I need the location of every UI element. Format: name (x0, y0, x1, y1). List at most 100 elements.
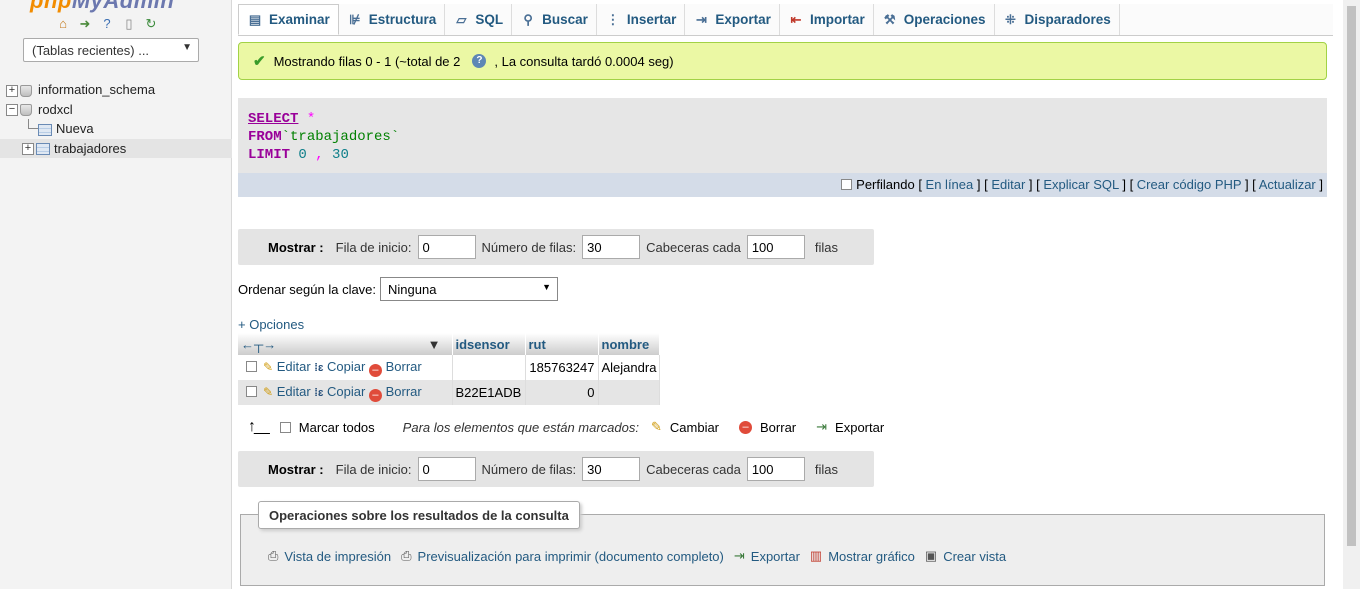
tab-insertar[interactable]: ⋮ Insertar (597, 4, 686, 35)
rows-count-input[interactable]: 30 (582, 457, 641, 481)
start-row-input[interactable]: 0 (417, 457, 476, 481)
help-icon[interactable]: ? (99, 16, 115, 32)
tab-disparadores[interactable]: ⁜ Disparadores (995, 4, 1120, 35)
cell-nombre[interactable]: Alejandra (598, 355, 661, 380)
profiling-checkbox[interactable] (841, 179, 853, 190)
main-panel: ▤ Examinar ⊯ Estructura ▱ SQL ⚲ Buscar ⋮ Inse… (232, 0, 1360, 589)
delete-icon: – (739, 420, 753, 434)
copy-row-link[interactable]: Copiar (327, 384, 365, 399)
sql-icon: ▱ (456, 11, 467, 27)
create-view-icon: ▣ (924, 548, 938, 563)
inline-edit-link[interactable]: En línea (926, 177, 974, 192)
bulk-export-button[interactable]: ⇥ Exportar (816, 419, 884, 435)
import-icon: ⇤ (790, 11, 802, 27)
check-icon: ✔ (253, 53, 266, 70)
scrollbar-thumb[interactable] (1347, 6, 1356, 546)
arrow-up-left-icon: ↑__ (248, 418, 270, 435)
tree-item-trabajadores[interactable]: + trabajadores (0, 138, 232, 158)
bulk-delete-button[interactable]: – Borrar (739, 420, 796, 435)
tab-exportar[interactable]: ⇥ Exportar (685, 4, 780, 35)
tab-bar: ▤ Examinar ⊯ Estructura ▱ SQL ⚲ Buscar ⋮ Inse… (238, 4, 1333, 36)
column-header-nombre[interactable]: nombre (598, 333, 661, 355)
reload-icon[interactable]: ↻ (143, 16, 159, 32)
success-message: ✔ Mostrando filas 0 - 1 (~total de 2?, L… (238, 42, 1327, 80)
check-all-label[interactable]: Marcar todos (299, 420, 375, 435)
delete-row-link[interactable]: Borrar (386, 359, 422, 374)
cell-rut[interactable]: 185763247 (525, 355, 599, 380)
pencil-icon: ✎ (263, 359, 274, 374)
delete-row-link[interactable]: Borrar (386, 384, 422, 399)
options-link[interactable]: + Opciones (238, 317, 304, 332)
export-link[interactable]: Exportar (751, 549, 800, 564)
tab-examinar[interactable]: ▤ Examinar (238, 4, 339, 35)
create-view-link[interactable]: Crear vista (943, 549, 1006, 564)
edit-row-link[interactable]: Editar (277, 359, 311, 374)
insert-icon: ⋮ (606, 11, 620, 27)
docs-icon[interactable]: ▯ (121, 16, 137, 32)
query-results-operations-title: Operaciones sobre los resultados de la c… (258, 501, 580, 529)
new-table-icon (38, 123, 52, 136)
browse-icon: ▤ (248, 11, 262, 27)
recent-tables-select[interactable]: (Tablas recientes) ... ▼ (23, 38, 199, 62)
row-checkbox[interactable] (246, 385, 257, 397)
sql-query-box[interactable]: SELECT * FROM`trabajadores` LIMIT 0 , 30 (238, 98, 1327, 173)
chevron-down-icon[interactable]: ▼ (428, 337, 441, 352)
rows-count-input[interactable]: 30 (582, 235, 641, 259)
edit-row-link[interactable]: Editar (277, 384, 311, 399)
start-row-input[interactable]: 0 (417, 235, 476, 259)
edit-link[interactable]: Editar (991, 177, 1025, 192)
tree-item-information-schema[interactable]: + information_schema (6, 80, 232, 100)
pencil-icon: ✎ (650, 419, 662, 434)
delete-icon: – (368, 388, 382, 402)
chart-icon: ▥ (809, 548, 823, 563)
phpmyadmin-logo[interactable]: phpMyAdmin (30, 0, 174, 14)
table-icon (36, 143, 50, 156)
cell-rut[interactable]: 0 (525, 380, 599, 405)
tab-sql[interactable]: ▱ SQL (445, 4, 513, 35)
sort-by-key: Ordenar según la clave: Ninguna ▼ (238, 277, 559, 301)
help-icon[interactable]: ? (472, 54, 487, 68)
check-all-checkbox[interactable] (279, 421, 291, 433)
column-controls[interactable]: ←┬→ ▼ (238, 333, 453, 355)
logout-icon[interactable]: ➜ (77, 16, 93, 32)
copy-icon: ⁞ɛ (314, 361, 324, 374)
cell-nombre[interactable] (598, 380, 661, 405)
nav-icons: ⌂ ➜ ? ▯ ↻ (55, 16, 159, 32)
database-icon (20, 104, 32, 117)
pencil-icon: ✎ (263, 384, 274, 399)
copy-row-link[interactable]: Copiar (327, 359, 365, 374)
repeat-headers-input[interactable]: 100 (746, 457, 805, 481)
wrench-icon: ⚒ (883, 11, 896, 27)
column-header-idsensor[interactable]: idsensor (452, 333, 526, 355)
explain-sql-link[interactable]: Explicar SQL (1043, 177, 1118, 192)
print-icon: ⎙ (268, 548, 279, 563)
tree-item-rodxcl[interactable]: − rodxcl (6, 100, 232, 120)
collapse-icon[interactable]: − (6, 104, 18, 117)
column-header-rut[interactable]: rut (525, 333, 599, 355)
repeat-headers-input[interactable]: 100 (746, 235, 805, 259)
show-chart-link[interactable]: Mostrar gráfico (828, 549, 915, 564)
sort-key-select[interactable]: Ninguna ▼ (380, 277, 559, 301)
chevron-down-icon: ▼ (182, 42, 192, 53)
print-full-link[interactable]: Previsualización para imprimir (document… (418, 549, 724, 564)
print-view-link[interactable]: Vista de impresión (284, 549, 391, 564)
tab-estructura[interactable]: ⊯ Estructura (339, 4, 446, 35)
tree-item-new-table[interactable]: Nueva (6, 119, 232, 139)
vertical-scrollbar[interactable] (1343, 0, 1360, 589)
row-checkbox[interactable] (246, 360, 257, 372)
home-icon[interactable]: ⌂ (55, 16, 71, 32)
cell-idsensor[interactable] (452, 355, 526, 380)
table-header-row: ←┬→ ▼ idsensor rut nombre (238, 333, 661, 355)
chevron-down-icon: ▼ (542, 282, 552, 292)
tab-operaciones[interactable]: ⚒ Operaciones (874, 4, 995, 35)
refresh-link[interactable]: Actualizar (1259, 177, 1316, 192)
expand-icon[interactable]: + (22, 143, 34, 156)
export-icon: ⇥ (695, 11, 707, 27)
create-php-code-link[interactable]: Crear código PHP (1137, 177, 1242, 192)
tab-importar[interactable]: ⇤ Importar (780, 4, 874, 35)
tab-buscar[interactable]: ⚲ Buscar (512, 4, 597, 35)
bulk-change-button[interactable]: ✎ Cambiar (651, 419, 719, 435)
cell-idsensor[interactable]: B22E1ADB (452, 380, 526, 405)
navigation-panel: phpMyAdmin ⌂ ➜ ? ▯ ↻ (Tablas recientes) … (0, 0, 232, 589)
expand-icon[interactable]: + (6, 84, 18, 97)
